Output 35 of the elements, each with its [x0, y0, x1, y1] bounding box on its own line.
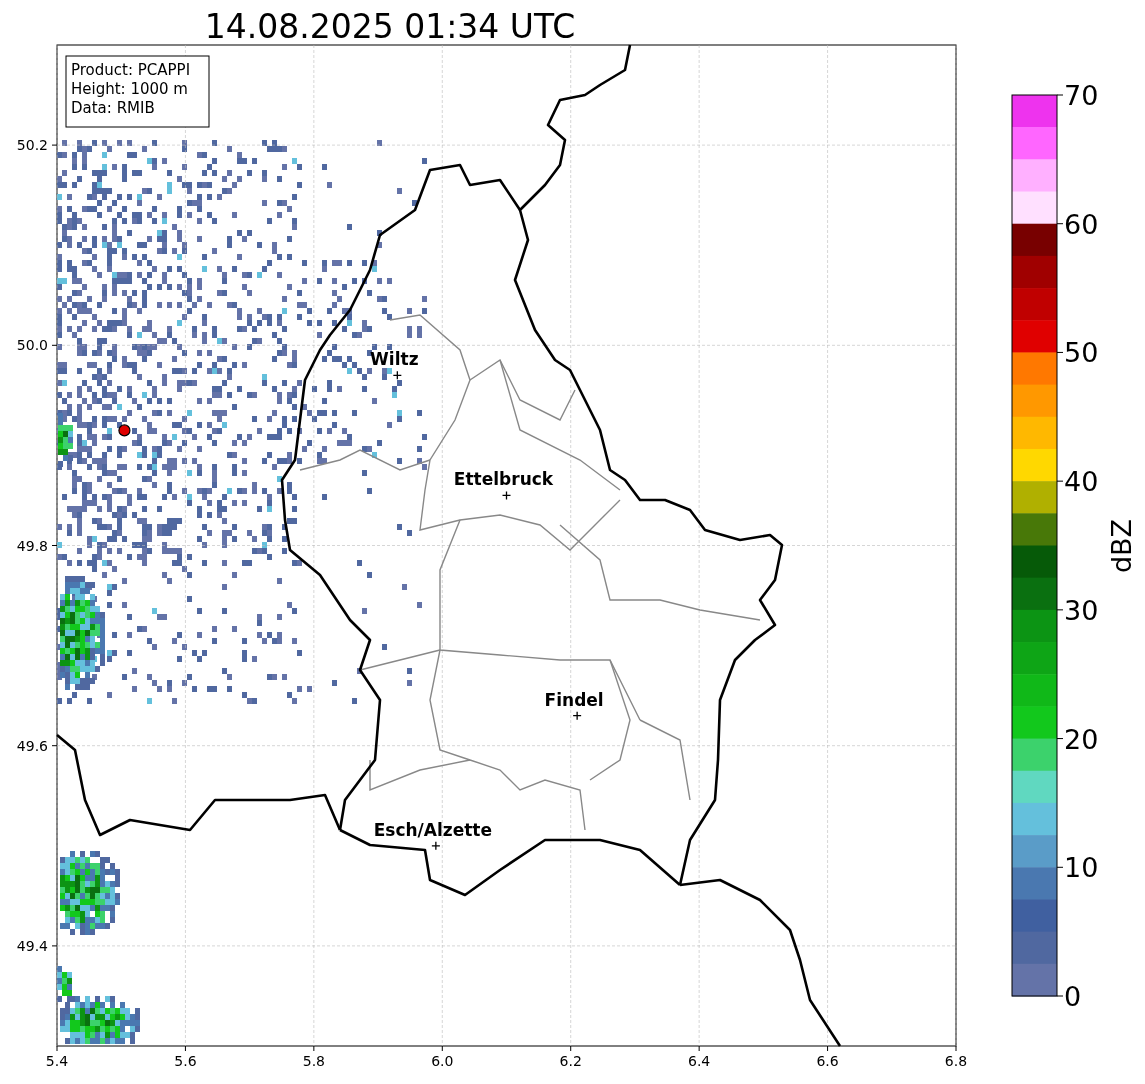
- tick-label: 6.2: [559, 1053, 582, 1069]
- city-label: Wiltz: [370, 349, 419, 370]
- info-text: Product: PCAPPI: [71, 61, 191, 79]
- tick-label: 6.6: [816, 1053, 839, 1069]
- city-marker-icon: [392, 370, 402, 380]
- city-label: Ettelbruck: [453, 469, 554, 490]
- city-label: Findel: [544, 689, 604, 710]
- tick-label: 49.8: [16, 537, 48, 554]
- colorbar-tick-label: 20: [1064, 723, 1099, 755]
- colorbar-tick-label: 70: [1064, 80, 1099, 111]
- tick-label: 5.8: [302, 1053, 325, 1069]
- colorbar-tick-label: 10: [1064, 852, 1099, 884]
- radar-site-icon: [118, 424, 131, 437]
- tick-label: 49.6: [16, 737, 48, 754]
- city-label: Esch/Alzette: [373, 819, 492, 840]
- city-marker-icon: [572, 711, 582, 721]
- tick-label: 49.4: [16, 937, 48, 954]
- colorbar-tick-label: 30: [1064, 594, 1099, 626]
- tick-label: 6.4: [688, 1053, 711, 1069]
- city-marker-icon: [501, 490, 512, 501]
- tick-label: 5.4: [45, 1053, 69, 1069]
- colorbar-tick-label: 40: [1064, 466, 1099, 498]
- info-text: Data: RMIB: [71, 99, 155, 117]
- colorbar-tick-label: 60: [1064, 208, 1099, 240]
- tick-label: 50.2: [16, 137, 48, 154]
- colorbar-tick-label: 0: [1064, 981, 1082, 1012]
- colorbar-label: dBZ: [1106, 518, 1137, 574]
- tick-label: 6.8: [944, 1053, 968, 1069]
- tick-label: 6.0: [431, 1053, 454, 1069]
- city-marker-icon: [431, 841, 441, 851]
- info-text: Height: 1000 m: [71, 80, 188, 98]
- chart-title: 14.08.2025 01:34 UTC: [204, 7, 576, 46]
- colorbar-tick-label: 50: [1064, 337, 1099, 369]
- tick-label: 50.0: [16, 337, 48, 354]
- tick-label: 5.6: [174, 1053, 197, 1069]
